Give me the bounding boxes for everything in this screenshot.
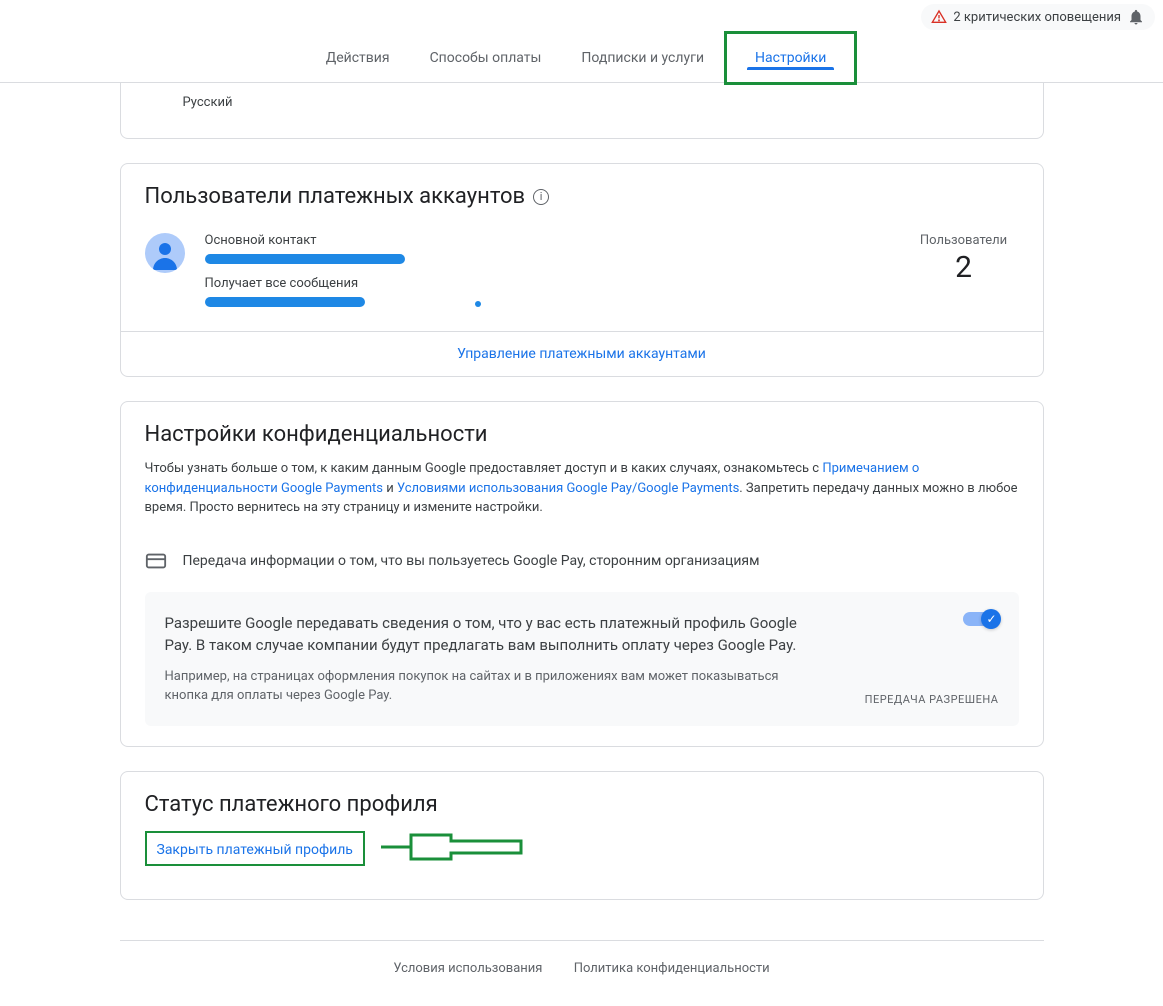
user-count-label: Пользователи xyxy=(909,233,1019,248)
profile-status-card: Статус платежного профиля Закрыть платеж… xyxy=(120,771,1044,901)
bell-icon xyxy=(1127,8,1145,26)
redacted-name xyxy=(205,254,405,264)
redacted-email xyxy=(205,297,365,307)
language-card-remainder[interactable]: Русский xyxy=(120,83,1044,139)
settings-tab-highlight: Настройки xyxy=(724,31,857,85)
warning-triangle-icon xyxy=(931,9,947,25)
user-count-block: Пользователи 2 xyxy=(909,233,1019,285)
language-value: Русский xyxy=(183,95,233,110)
user-count-value: 2 xyxy=(909,250,1019,285)
footer-privacy[interactable]: Политика конфиденциальности xyxy=(574,961,770,976)
toggle-sub-text: Например, на страницах оформления покупо… xyxy=(165,667,825,706)
close-profile-highlight: Закрыть платежный профиль xyxy=(145,831,365,866)
status-title: Статус платежного профиля xyxy=(145,792,1019,817)
share-info-row: Передача информации о том, что вы пользу… xyxy=(145,550,1019,572)
avatar xyxy=(145,233,185,273)
share-row-text: Передача информации о том, что вы пользу… xyxy=(183,553,760,569)
sharing-toggle[interactable]: ✓ xyxy=(963,612,999,626)
tab-actions[interactable]: Действия xyxy=(306,34,410,82)
alert-text: 2 критических оповещения xyxy=(953,10,1121,25)
close-profile-link[interactable]: Закрыть платежный профиль xyxy=(157,842,353,858)
privacy-description: Чтобы узнать больше о том, к каким данны… xyxy=(145,459,1019,518)
privacy-settings-card: Настройки конфиденциальности Чтобы узнат… xyxy=(120,401,1044,747)
sharing-status: ПЕРЕДАЧА РАЗРЕШЕНА xyxy=(865,693,999,706)
tab-payment-methods[interactable]: Способы оплаты xyxy=(410,34,562,82)
tab-subscriptions[interactable]: Подписки и услуги xyxy=(561,34,724,82)
annotation-arrow xyxy=(381,827,531,871)
blue-dot xyxy=(475,301,481,307)
user-details: Основной контакт Получает все сообщения xyxy=(205,233,889,311)
receives-label: Получает все сообщения xyxy=(205,276,889,291)
critical-alert-badge[interactable]: 2 критических оповещения xyxy=(921,4,1155,30)
tab-settings[interactable]: Настройки xyxy=(727,34,854,82)
card-icon xyxy=(145,550,167,572)
privacy-title: Настройки конфиденциальности xyxy=(145,422,1019,447)
manage-accounts-link[interactable]: Управление платежными аккаунтами xyxy=(121,331,1043,376)
footer: Условия использования Политика конфиденц… xyxy=(120,940,1044,1006)
privacy-intro-prefix: Чтобы узнать больше о том, к каким данны… xyxy=(145,461,823,476)
users-title-text: Пользователи платежных аккаунтов xyxy=(145,184,526,209)
terms-link[interactable]: Условиями использования Google Pay/Googl… xyxy=(397,481,739,496)
footer-terms[interactable]: Условия использования xyxy=(393,961,542,976)
primary-user-row[interactable]: Основной контакт Получает все сообщения … xyxy=(145,233,1019,311)
sharing-toggle-panel: Разрешите Google передавать сведения о т… xyxy=(145,592,1019,726)
alert-bar: 2 критических оповещения xyxy=(0,0,1163,34)
users-card-title: Пользователи платежных аккаунтов i xyxy=(145,184,1019,209)
payment-users-card: Пользователи платежных аккаунтов i Основ… xyxy=(120,163,1044,377)
primary-contact-label: Основной контакт xyxy=(205,233,889,248)
privacy-and: и xyxy=(383,481,397,496)
toggle-main-text: Разрешите Google передавать сведения о т… xyxy=(165,612,825,657)
nav-tabs: Действия Способы оплаты Подписки и услуг… xyxy=(0,34,1163,83)
info-icon[interactable]: i xyxy=(533,189,549,205)
